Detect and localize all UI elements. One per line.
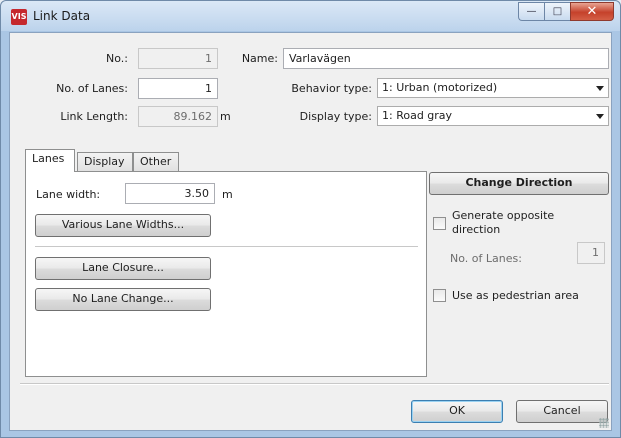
lane-closure-button[interactable]: Lane Closure... <box>35 257 211 280</box>
link-length-label: Link Length: <box>60 110 128 123</box>
no-label: No.: <box>106 52 128 65</box>
name-input[interactable]: Varlavägen <box>283 48 609 69</box>
title-bar[interactable]: VIS Link Data — □ ✕ <box>1 1 620 31</box>
pedestrian-area-checkbox[interactable] <box>433 289 446 302</box>
opposite-lanes-label: No. of Lanes: <box>450 252 522 265</box>
lane-width-unit: m <box>222 188 233 201</box>
maximize-icon: □ <box>552 6 563 17</box>
link-length-field: 89.162 <box>138 106 218 127</box>
minimize-button[interactable]: — <box>518 2 544 21</box>
close-icon: ✕ <box>586 4 598 19</box>
maximize-button[interactable]: □ <box>544 2 570 21</box>
vissim-app-icon: VIS <box>11 9 27 25</box>
no-of-lanes-input[interactable]: 1 <box>138 78 218 99</box>
link-length-unit: m <box>220 110 231 123</box>
tab-lanes[interactable]: Lanes <box>25 149 75 172</box>
caption-buttons: — □ ✕ <box>518 2 614 21</box>
various-lane-widths-button[interactable]: Various Lane Widths... <box>35 214 211 237</box>
display-type-select[interactable]: 1: Road gray <box>377 106 609 126</box>
footer-separator <box>20 383 609 385</box>
cancel-button[interactable]: Cancel <box>516 400 608 423</box>
lane-width-label: Lane width: <box>36 188 101 201</box>
change-direction-button[interactable]: Change Direction <box>429 172 609 195</box>
minimize-icon: — <box>526 6 537 17</box>
tab-other[interactable]: Other <box>133 152 179 171</box>
name-label: Name: <box>241 52 278 65</box>
generate-opposite-checkbox[interactable] <box>433 217 446 230</box>
lanes-separator <box>35 246 418 248</box>
behavior-type-label: Behavior type: <box>291 82 372 95</box>
no-of-lanes-label: No. of Lanes: <box>56 82 128 95</box>
window-title: Link Data <box>33 9 91 23</box>
behavior-type-select[interactable]: 1: Urban (motorized) <box>377 78 609 98</box>
chevron-down-icon <box>596 114 604 119</box>
generate-opposite-label: Generate opposite direction <box>452 209 555 236</box>
chevron-down-icon <box>596 86 604 91</box>
ok-button[interactable]: OK <box>411 400 503 423</box>
lanes-tab-panel: Lane width: 3.50 m Various Lane Widths..… <box>25 171 427 377</box>
display-type-value: 1: Road gray <box>382 109 453 122</box>
opposite-lanes-field: 1 <box>577 242 605 264</box>
tab-display[interactable]: Display <box>77 152 133 171</box>
behavior-type-value: 1: Urban (motorized) <box>382 81 498 94</box>
link-data-window: VIS Link Data — □ ✕ No.: 1 Name: Varlavä… <box>0 0 621 438</box>
lane-width-input[interactable]: 3.50 <box>125 183 215 204</box>
no-lane-change-button[interactable]: No Lane Change... <box>35 288 211 311</box>
no-field: 1 <box>138 48 218 69</box>
close-button[interactable]: ✕ <box>570 2 614 21</box>
resize-grip-icon[interactable] <box>599 418 609 428</box>
pedestrian-area-label: Use as pedestrian area <box>452 289 579 302</box>
display-type-label: Display type: <box>299 110 372 123</box>
